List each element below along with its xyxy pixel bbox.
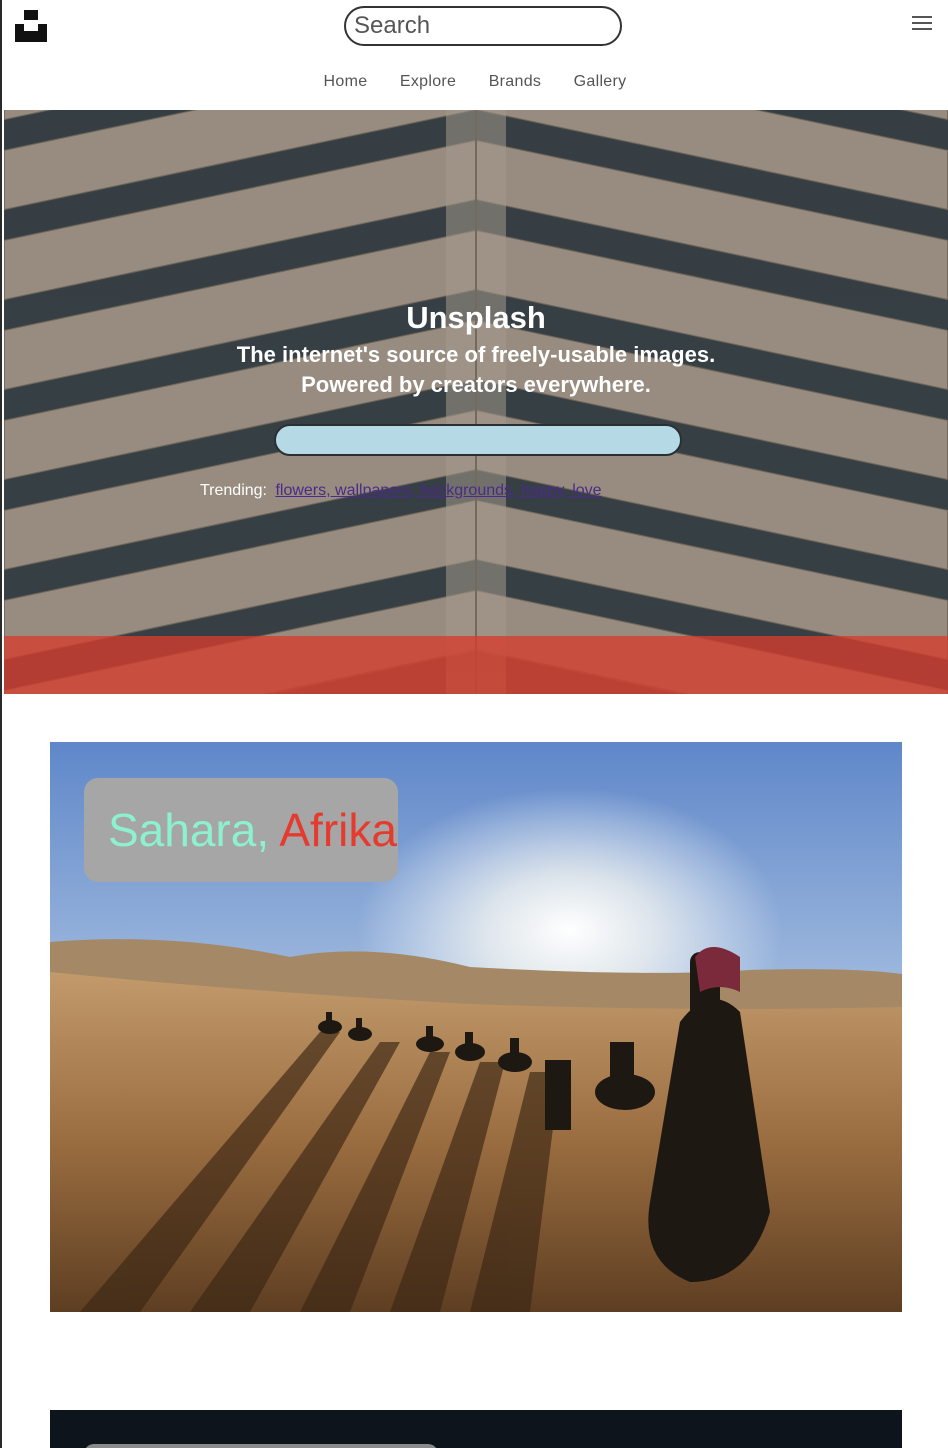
location-label: Sahara, Afrika [84,778,398,882]
hero-subtitle-line2: Powered by creators everywhere. [301,372,651,397]
photo-card-next[interactable] [50,1410,902,1448]
search-input[interactable] [344,6,622,46]
location-label-part1: Sahara, [108,804,270,856]
hero-overlay [4,110,948,694]
hamburger-menu-icon[interactable] [912,16,934,34]
hero-search-input[interactable] [274,424,682,456]
hero-section: Unsplash The internet's source of freely… [4,110,948,694]
trending-row: Trending: flowers, wallpapers, backgroun… [200,482,602,500]
nav-item-brands[interactable]: Brands [489,62,542,102]
trending-label: Trending: [200,482,267,499]
nav-item-home[interactable]: Home [324,62,368,102]
hero-subtitle: The internet's source of freely-usable i… [4,340,948,400]
main-nav: Home Explore Brands Gallery [2,62,948,102]
nav-item-explore[interactable]: Explore [400,62,456,102]
hero-accent-band [4,636,948,694]
hero-title: Unsplash [406,300,546,335]
hero-subtitle-line1: The internet's source of freely-usable i… [236,342,716,367]
top-bar [2,0,948,56]
trending-links[interactable]: flowers, wallpapers, backgrounds, happy,… [275,482,601,499]
location-label-part2: Afrika [279,804,397,856]
nav-item-gallery[interactable]: Gallery [574,62,627,102]
photo-card[interactable]: Sahara, Afrika [50,742,902,1312]
unsplash-logo-icon[interactable] [15,10,47,42]
location-label-next [84,1444,438,1448]
